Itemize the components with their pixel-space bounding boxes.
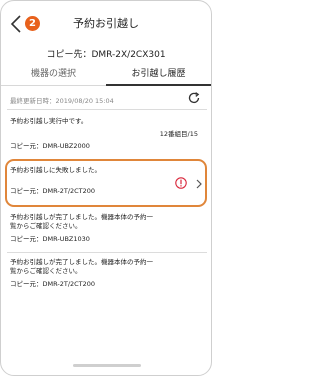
tab-bar: 機器の選択 お引越し履歴 [1, 63, 211, 86]
active-tab-indicator [106, 84, 211, 86]
app-screen: 2 予約お引越し コピー先：DMR-2X/2CX301 機器の選択 お引越し履歴… [0, 0, 212, 376]
refresh-icon[interactable] [187, 91, 201, 105]
history-message-line2: 覧からご確認ください。 [10, 222, 82, 231]
error-icon [175, 177, 187, 189]
divider [7, 109, 207, 110]
divider [7, 252, 207, 253]
history-item-completed[interactable]: 予約お引越しが完了しました。機器本体の予約一 覧からご確認ください。 コピー元：… [10, 258, 204, 289]
copy-destination: コピー先：DMR-2X/2CX301 [46, 50, 166, 60]
chevron-right-icon[interactable] [195, 179, 203, 189]
home-indicator [73, 364, 141, 367]
history-message-line2: 覧からご確認ください。 [10, 267, 82, 276]
history-progress: 12番組目/15 [159, 130, 198, 139]
history-source: コピー元：DMR-2T/2CT200 [10, 279, 96, 288]
history-source: コピー元：DMR-UBZ2000 [10, 141, 90, 150]
tab-move-history[interactable]: お引越し履歴 [106, 63, 211, 85]
history-message-line1: 予約お引越しが完了しました。機器本体の予約一 [10, 213, 153, 221]
header: 2 予約お引越し [1, 1, 211, 43]
history-message: 予約お引越し実行中です。 [10, 117, 88, 125]
history-item-completed[interactable]: 予約お引越しが完了しました。機器本体の予約一 覧からご確認ください。 コピー元：… [10, 213, 204, 244]
history-item-failed-text: 予約お引越しに失敗しました。 コピー元：DMR-2T/2CT200 [10, 166, 170, 197]
tab-device-select[interactable]: 機器の選択 [1, 63, 106, 85]
history-message: 予約お引越しに失敗しました。 [10, 166, 101, 174]
history-item-in-progress: 予約お引越し実行中です。 12番組目/15 コピー元：DMR-UBZ2000 [10, 117, 204, 151]
history-source: コピー元：DMR-2T/2CT200 [10, 187, 96, 196]
history-message-line1: 予約お引越しが完了しました。機器本体の予約一 [10, 258, 153, 266]
history-source: コピー元：DMR-UBZ1030 [10, 234, 90, 243]
page-title: 予約お引越し [73, 17, 139, 30]
last-updated-text: 最終更新日時：2019/08/20 15:04 [10, 97, 114, 105]
